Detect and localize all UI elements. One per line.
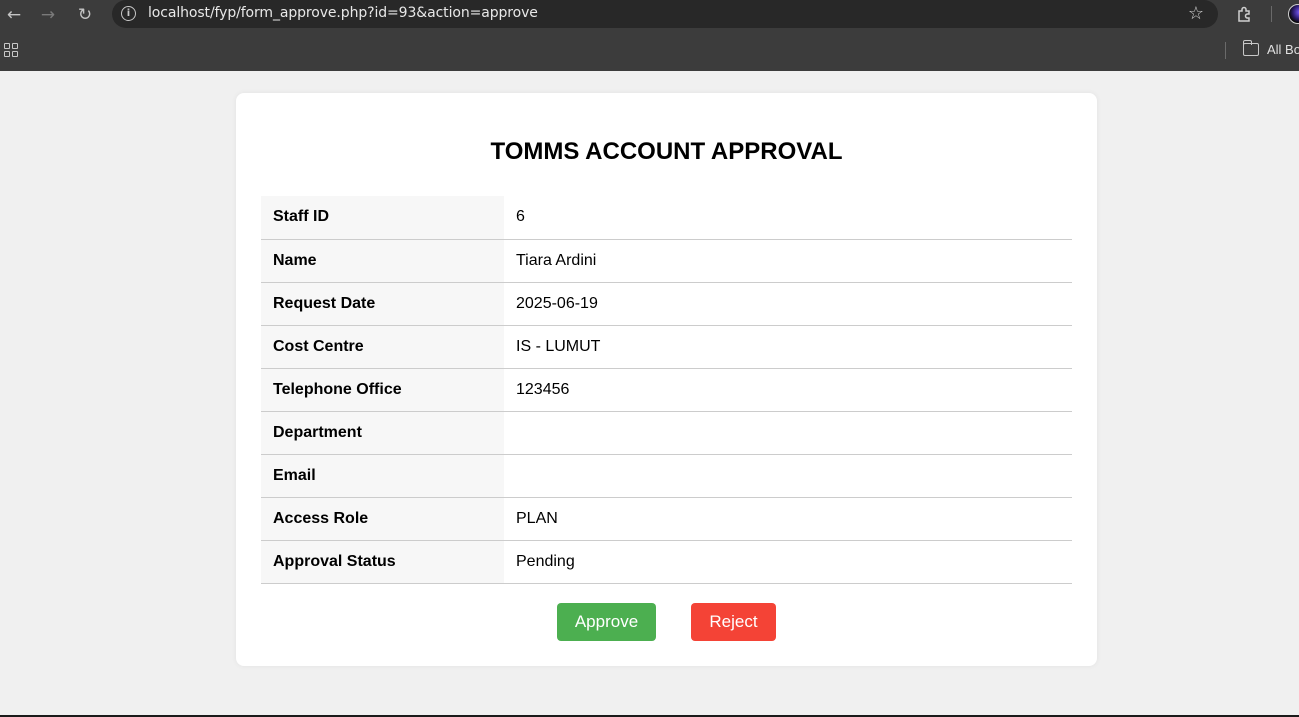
bookmarks-divider [1225, 42, 1226, 59]
field-label: Approval Status [261, 540, 504, 584]
table-row: Approval Status Pending [261, 540, 1072, 584]
folder-icon[interactable] [1242, 40, 1259, 56]
table-row: Cost Centre IS - LUMUT [261, 325, 1072, 369]
table-row: Telephone Office 123456 [261, 368, 1072, 412]
extensions-icon[interactable] [1235, 4, 1255, 24]
table-row: Staff ID 6 [261, 196, 1072, 240]
url-text[interactable]: localhost/fyp/form_approve.php?id=93&act… [148, 5, 538, 21]
approval-card: TOMMS ACCOUNT APPROVAL Staff ID 6 Name T… [236, 93, 1097, 666]
profile-avatar-icon[interactable] [1288, 4, 1299, 24]
field-value [504, 454, 1072, 498]
field-label: Staff ID [261, 196, 504, 240]
reload-icon[interactable]: ↻ [73, 3, 97, 27]
back-arrow-icon[interactable]: ← [2, 3, 26, 27]
field-label: Request Date [261, 282, 504, 326]
site-info-icon[interactable]: i [121, 6, 136, 21]
page-title: TOMMS ACCOUNT APPROVAL [490, 138, 843, 165]
account-details-table: Staff ID 6 Name Tiara Ardini Request Dat… [261, 196, 1072, 584]
table-row: Email [261, 454, 1072, 498]
table-row: Name Tiara Ardini [261, 239, 1072, 283]
field-label: Department [261, 411, 504, 455]
apps-grid-icon[interactable] [4, 43, 19, 58]
field-label: Telephone Office [261, 368, 504, 412]
field-value: IS - LUMUT [504, 325, 1072, 369]
toolbar-divider [1271, 6, 1272, 22]
table-row: Request Date 2025-06-19 [261, 282, 1072, 326]
field-value: Pending [504, 540, 1072, 584]
field-label: Email [261, 454, 504, 498]
table-row: Department [261, 411, 1072, 455]
field-value: Tiara Ardini [504, 239, 1072, 283]
bookmark-star-icon[interactable]: ☆ [1188, 3, 1204, 24]
approve-button[interactable]: Approve [557, 603, 656, 641]
field-value: 6 [504, 196, 1072, 240]
field-value [504, 411, 1072, 455]
forward-arrow-icon[interactable]: → [36, 3, 60, 27]
all-bookmarks-link[interactable]: All Bookmarks [1267, 42, 1299, 57]
field-value: PLAN [504, 497, 1072, 541]
field-label: Cost Centre [261, 325, 504, 369]
field-value: 2025-06-19 [504, 282, 1072, 326]
reject-button[interactable]: Reject [691, 603, 776, 641]
bookmarks-bar: All Bookmarks [0, 30, 1299, 71]
table-row: Access Role PLAN [261, 497, 1072, 541]
field-value: 123456 [504, 368, 1072, 412]
browser-toolbar: ← → ↻ i localhost/fyp/form_approve.php?i… [0, 0, 1299, 30]
address-bar[interactable]: i localhost/fyp/form_approve.php?id=93&a… [112, 0, 1218, 28]
field-label: Access Role [261, 497, 504, 541]
field-label: Name [261, 239, 504, 283]
browser-chrome: ← → ↻ i localhost/fyp/form_approve.php?i… [0, 0, 1299, 71]
